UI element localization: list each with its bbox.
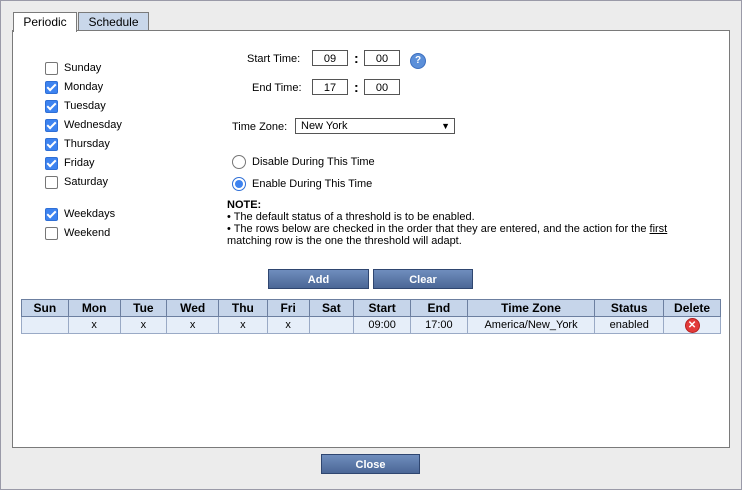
cell-end: 17:00 <box>409 316 468 334</box>
note-first-link: first <box>649 223 668 235</box>
checkbox-weekend[interactable] <box>45 226 58 240</box>
radio-disable[interactable]: Disable During This Time <box>232 155 375 169</box>
radio-label: Enable During This Time <box>252 178 373 190</box>
start-hour-input[interactable]: 09 <box>312 50 348 66</box>
col-mon: Mon <box>67 299 121 317</box>
dialog-window: Periodic Schedule Sunday Monday Tuesday … <box>0 0 742 490</box>
checkbox-sunday[interactable] <box>45 61 58 75</box>
chevron-down-icon: ▼ <box>441 121 450 131</box>
cell-fri: x <box>266 316 310 334</box>
day-sunday[interactable]: Sunday <box>45 60 101 76</box>
day-wednesday[interactable]: Wednesday <box>45 117 122 133</box>
day-label: Wednesday <box>64 119 122 131</box>
day-label: Monday <box>64 81 104 93</box>
group-weekdays[interactable]: Weekdays <box>45 206 115 222</box>
col-start: Start <box>353 299 411 317</box>
start-time-label: Start Time: <box>247 53 301 65</box>
add-button[interactable]: Add <box>268 269 369 289</box>
cell-timezone: America/New_York <box>466 316 596 334</box>
radio-button-disable[interactable] <box>232 155 246 169</box>
col-status: Status <box>594 299 665 317</box>
timezone-select[interactable]: New York ▼ <box>295 118 455 134</box>
cell-tue: x <box>119 316 168 334</box>
checkbox-tuesday[interactable] <box>45 99 58 113</box>
group-label: Weekend <box>64 227 111 239</box>
col-wed: Wed <box>166 299 220 317</box>
checkbox-wednesday[interactable] <box>45 118 58 132</box>
day-thursday[interactable]: Thursday <box>45 136 110 152</box>
note-line-1: • The default status of a threshold is t… <box>227 211 475 223</box>
end-hour-input[interactable]: 17 <box>312 79 348 95</box>
day-label: Thursday <box>64 138 110 150</box>
tab-periodic[interactable]: Periodic <box>13 12 77 32</box>
checkbox-monday[interactable] <box>45 80 58 94</box>
cell-start: 09:00 <box>353 316 411 334</box>
radio-label: Disable During This Time <box>252 156 375 168</box>
day-saturday[interactable]: Saturday <box>45 174 108 190</box>
col-timezone: Time Zone <box>466 299 596 317</box>
day-label: Tuesday <box>64 100 106 112</box>
checkbox-weekdays[interactable] <box>45 207 58 221</box>
col-sun: Sun <box>21 299 69 317</box>
radio-button-enable[interactable] <box>232 177 246 191</box>
end-time-label: End Time: <box>252 82 302 94</box>
day-label: Friday <box>64 157 95 169</box>
checkbox-thursday[interactable] <box>45 137 58 151</box>
checkbox-saturday[interactable] <box>45 175 58 189</box>
note-line-3: matching row is the one the threshold wi… <box>227 235 462 247</box>
time-colon: : <box>354 79 359 95</box>
day-monday[interactable]: Monday <box>45 79 103 95</box>
col-delete: Delete <box>663 299 721 317</box>
col-sat: Sat <box>308 299 355 317</box>
help-icon[interactable]: ? <box>410 53 426 69</box>
clear-button[interactable]: Clear <box>373 269 473 289</box>
cell-sat <box>308 316 355 334</box>
checkbox-friday[interactable] <box>45 156 58 170</box>
group-label: Weekdays <box>64 208 116 220</box>
delete-icon[interactable]: ✕ <box>684 317 700 333</box>
close-button[interactable]: Close <box>321 454 420 474</box>
radio-enable[interactable]: Enable During This Time <box>232 177 372 191</box>
group-weekend[interactable]: Weekend <box>45 225 110 241</box>
col-tue: Tue <box>119 299 168 317</box>
cell-delete: ✕ <box>663 316 721 334</box>
timezone-value: New York <box>301 120 348 132</box>
cell-sun <box>21 316 69 334</box>
cell-mon: x <box>67 316 121 334</box>
day-label: Saturday <box>64 176 109 188</box>
day-friday[interactable]: Friday <box>45 155 95 171</box>
day-label: Sunday <box>64 62 102 74</box>
start-minute-input[interactable]: 00 <box>364 50 400 66</box>
note-block: NOTE: • The default status of a threshol… <box>227 199 697 247</box>
note-title: NOTE: <box>227 199 262 211</box>
table-header-row: Sun Mon Tue Wed Thu Fri Sat Start End Ti… <box>21 299 721 317</box>
col-thu: Thu <box>218 299 268 317</box>
col-fri: Fri <box>266 299 310 317</box>
timezone-label: Time Zone: <box>232 121 288 133</box>
cell-wed: x <box>166 316 220 334</box>
col-end: End <box>409 299 468 317</box>
cell-thu: x <box>218 316 268 334</box>
cell-status: enabled <box>594 316 665 334</box>
tab-schedule[interactable]: Schedule <box>78 12 149 30</box>
day-tuesday[interactable]: Tuesday <box>45 98 106 114</box>
end-minute-input[interactable]: 00 <box>364 79 400 95</box>
table-row: x x x x x 09:00 17:00 America/New_York e… <box>21 316 721 334</box>
schedule-table: Sun Mon Tue Wed Thu Fri Sat Start End Ti… <box>21 299 721 334</box>
time-colon: : <box>354 50 359 66</box>
note-line-2: • The rows below are checked in the orde… <box>227 223 668 235</box>
